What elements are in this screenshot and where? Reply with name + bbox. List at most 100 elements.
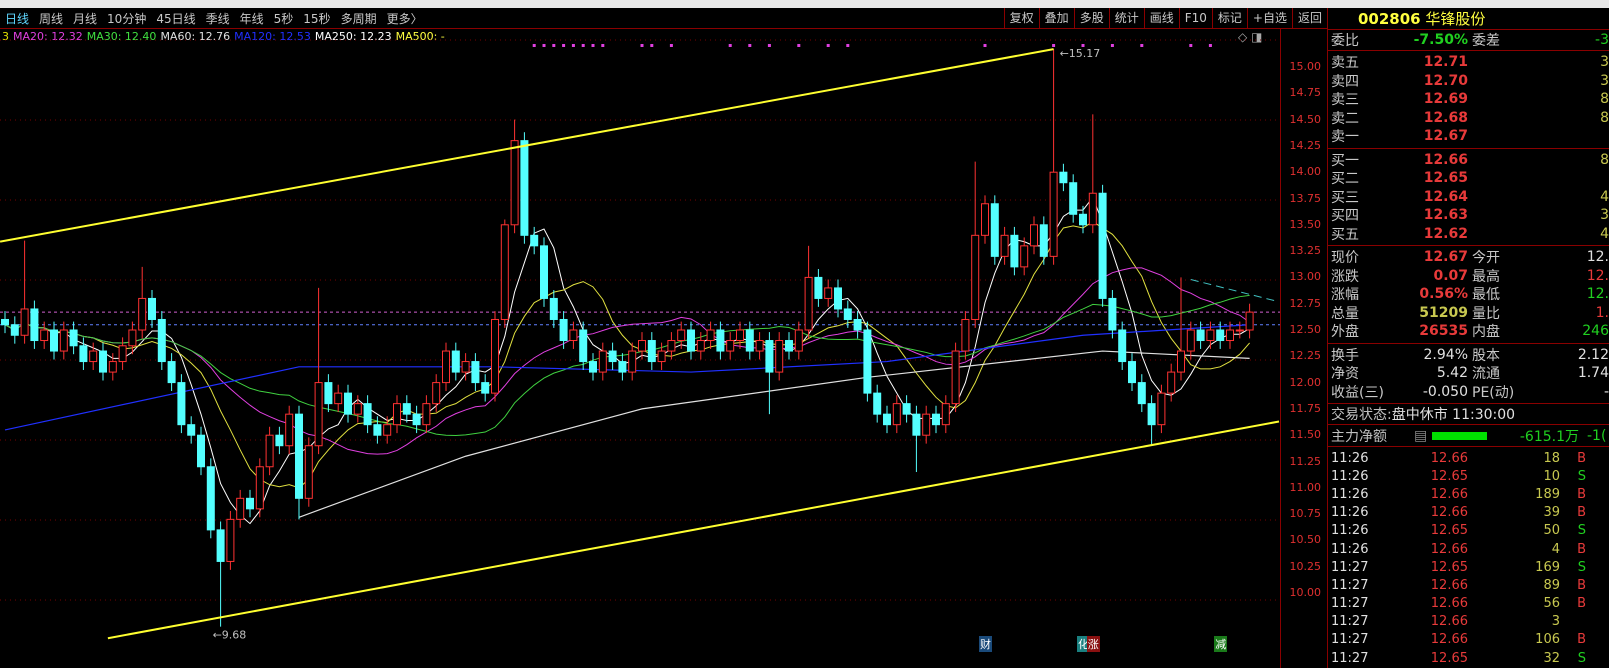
candle-body [775,340,784,373]
event-badge[interactable]: 涨 [1086,636,1100,652]
event-badge[interactable]: 减 [1214,636,1228,652]
book-row[interactable]: 买三 12.64 4 [1328,188,1609,207]
candle-body [589,361,597,373]
toolbar-button[interactable]: 统计 [1108,8,1144,29]
candle-body [40,329,49,342]
candlestick-chart[interactable]: ←15.17 ←9.68 [0,29,1280,668]
status-label: 交易状态: [1331,407,1392,423]
candle-body [902,403,911,415]
level-price: 12.66 [1423,151,1468,168]
tick-trades-list[interactable]: 11:26 12.66 18 B 11:26 12.65 10 S 11:26 12.66 189 B… [1328,447,1609,667]
trade-price: 12.66 [1430,505,1468,521]
period-tab[interactable]: 周线 [34,10,68,27]
signal-dot [728,44,732,47]
period-tab[interactable]: 更多〉 [382,10,428,27]
level-price: 12.65 [1423,170,1468,187]
event-badge[interactable]: 财 [979,636,992,652]
signal-dot [826,44,830,47]
book-row[interactable]: 买四 12.63 3 [1328,206,1609,225]
level-price: 12.63 [1423,207,1468,224]
candle-body [412,413,421,426]
book-row[interactable]: 买二 12.65 [1328,169,1609,188]
period-tab[interactable]: 5秒 [269,10,299,27]
trade-time: 11:26 [1331,468,1369,484]
candle-body [1020,245,1029,268]
candle-body [1118,329,1127,363]
toolbar-button[interactable]: 复权 [1003,8,1039,29]
signal-dot [591,44,595,47]
period-tab[interactable]: 季线 [201,10,235,27]
level-volume: 3 [1600,54,1609,71]
candle-body [206,466,215,531]
period-tab[interactable]: 月线 [68,10,102,27]
candle-body [765,340,774,373]
book-row[interactable]: 买五 12.62 4 [1328,225,1609,244]
candle-body [863,329,872,394]
candle-body [1167,371,1176,394]
candle-body [59,329,68,352]
period-tab[interactable]: 10分钟 [102,10,151,27]
period-tab[interactable]: 15秒 [298,10,335,27]
candle-body [118,345,127,363]
candle-body [20,308,29,336]
period-tab[interactable]: 45日线 [151,10,200,27]
book-row[interactable]: 买一 12.66 8 [1328,151,1609,170]
toolbar-button[interactable]: +自选 [1246,8,1292,29]
trade-row: 11:27 12.66 89 B [1328,576,1609,594]
stat-label2: 股本 [1472,347,1500,364]
candle-body [1226,329,1234,342]
candle-body [883,413,891,426]
stat-label: 换手 [1331,347,1359,364]
stat-row: 换手 2.94% 股本 2.12 [1328,346,1609,365]
book-row[interactable]: 卖二 12.68 8 [1328,109,1609,128]
toolbar-button[interactable]: F10 [1178,8,1212,29]
toolbar-button[interactable]: 返回 [1291,8,1327,29]
ma30-line [4,294,1250,437]
signal-dot [552,44,556,47]
candle-body [246,497,254,510]
menu-icon[interactable]: ▤ [1414,428,1430,444]
toolbar-button[interactable]: 多股 [1073,8,1109,29]
toolbar-button[interactable]: 画线 [1143,8,1179,29]
candle-body [647,340,656,363]
stat-row: 总量 51209 量比 1. [1328,304,1609,323]
trade-volume: 50 [1543,523,1560,539]
candle-body [275,434,284,447]
toolbar-button[interactable]: 标记 [1211,8,1247,29]
trade-price: 12.66 [1430,486,1468,502]
period-tab[interactable]: 年线 [235,10,269,27]
candle-body [10,324,19,336]
toolbar-button[interactable]: 叠加 [1038,8,1074,29]
period-tab[interactable]: 多周期 [336,10,382,27]
candle-body [755,340,764,352]
trade-volume: 10 [1543,468,1560,484]
candle-body [549,297,558,320]
book-row[interactable]: 卖三 12.69 8 [1328,90,1609,109]
candle-body [108,361,117,373]
candle-body [804,276,813,331]
price-tick: 13.50 [1289,217,1322,231]
trade-side: B [1577,577,1586,593]
candle-body [422,403,431,426]
trade-volume: 18 [1543,450,1560,466]
stat-value2: 2.12 [1577,346,1609,363]
candle-body [167,361,176,384]
candle-body [716,329,725,352]
candle-body [187,424,196,436]
signal-dot [1208,44,1212,47]
book-row[interactable]: 卖四 12.70 3 [1328,72,1609,91]
level-volume: 3 [1600,72,1609,89]
stat-value2: 12. [1586,267,1609,284]
period-tab[interactable]: 日线 [0,10,34,27]
candle-body [197,434,205,468]
trade-price: 12.66 [1430,614,1468,630]
level-label: 卖一 [1331,129,1359,146]
book-row[interactable]: 卖五 12.71 3 [1328,53,1609,72]
candle-body [353,403,362,415]
stat-label: 涨跌 [1331,268,1359,285]
trade-time: 11:26 [1331,486,1369,502]
trade-row: 11:26 12.65 10 S [1328,467,1609,485]
price-tick: 15.00 [1289,60,1322,73]
candle-body [1206,329,1215,342]
book-row[interactable]: 卖一 12.67 [1328,127,1609,146]
